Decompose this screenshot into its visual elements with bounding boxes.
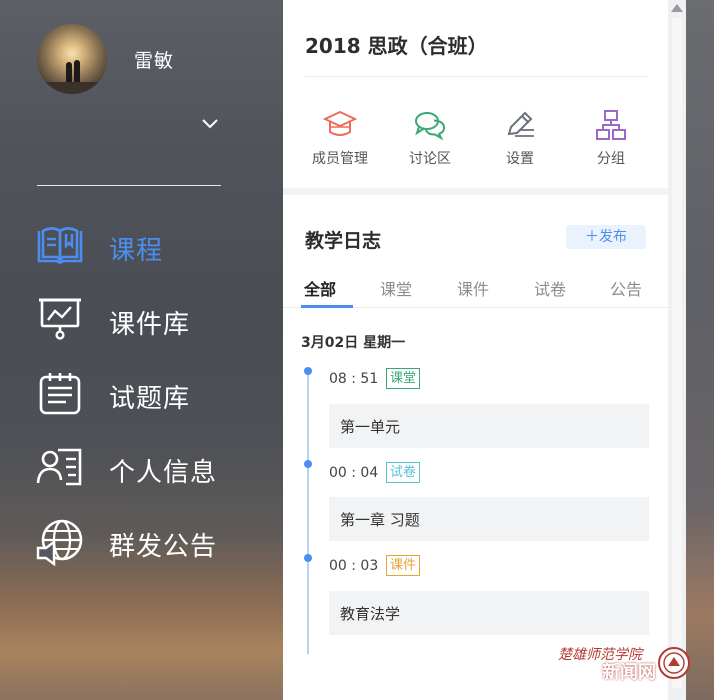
scrollbar[interactable]: [668, 0, 686, 700]
log-entry-card[interactable]: 教育法学: [329, 591, 649, 635]
pencil-edit-icon: [507, 111, 534, 137]
avatar[interactable]: [37, 24, 107, 94]
entry-type-badge: 课堂: [386, 368, 421, 389]
title-divider: [305, 76, 647, 77]
tab-notice[interactable]: 公告: [610, 276, 642, 300]
teaching-log-title: 教学日志: [305, 230, 382, 252]
entry-title: 教育法学: [340, 605, 401, 623]
nav-label-broadcast: 群发公告: [109, 532, 218, 562]
user-name: 雷敏: [134, 50, 175, 72]
tab-exam[interactable]: 试卷: [534, 276, 566, 300]
timeline-dot: [304, 460, 312, 468]
tab-class[interactable]: 课堂: [380, 276, 412, 300]
entry-title: 第一单元: [340, 418, 401, 436]
timeline-dot: [304, 367, 312, 375]
nav-label-course: 课程: [109, 236, 164, 266]
nav-item-course[interactable]: 课程: [0, 222, 283, 278]
university-seal-icon: [658, 647, 690, 679]
discussion-button[interactable]: 讨论区: [385, 108, 475, 168]
members-button[interactable]: 成员管理: [295, 108, 385, 168]
tab-all[interactable]: 全部: [304, 276, 336, 300]
nav-label-question-bank: 试题库: [109, 384, 191, 414]
side-drawer: 雷敏 课程 课件库 试题库 个人信息 群发公告: [0, 0, 283, 700]
course-title: 2018 思政（合班）: [305, 34, 488, 58]
entry-time: 00 : 03: [329, 558, 379, 574]
entry-time: 08 : 51: [329, 371, 379, 387]
scrollbar-thumb[interactable]: [672, 18, 682, 688]
members-label: 成员管理: [312, 151, 368, 167]
nav-item-profile[interactable]: 个人信息: [0, 444, 283, 500]
org-chart-icon: [596, 110, 626, 140]
discussion-label: 讨论区: [409, 151, 451, 167]
timeline-line: [307, 368, 309, 654]
drawer-divider: [37, 185, 221, 186]
graduation-cap-icon: [323, 110, 357, 136]
entry-type-badge: 试卷: [386, 462, 421, 483]
publish-button[interactable]: ＋发布: [566, 225, 646, 249]
settings-label: 设置: [506, 151, 534, 167]
log-tab-bar: 全部 课堂 课件 试卷 公告: [283, 266, 668, 308]
tab-courseware[interactable]: 课件: [457, 276, 489, 300]
course-panel: 2018 思政（合班） 成员管理 讨论区 设置 分组 教学日志 ＋发布 全部 课…: [283, 0, 668, 700]
nav-label-profile: 个人信息: [109, 458, 218, 488]
watermark-logo: 楚雄师范学院 新闻网: [550, 644, 700, 683]
nav-item-broadcast[interactable]: 群发公告: [0, 518, 283, 574]
scroll-up-arrow-icon[interactable]: [671, 4, 683, 12]
entry-title: 第一章 习题: [340, 511, 420, 529]
presentation-board-icon: [39, 298, 81, 340]
notepad-icon: [39, 373, 81, 415]
entry-type-badge: 课件: [386, 555, 421, 576]
settings-button[interactable]: 设置: [475, 108, 565, 168]
section-gap: [283, 188, 668, 195]
avatar-ground: [37, 82, 107, 94]
log-entry-card[interactable]: 第一单元: [329, 404, 649, 448]
nav-item-courseware[interactable]: 课件库: [0, 296, 283, 352]
globe-icon: [36, 519, 83, 566]
timeline-dot: [304, 554, 312, 562]
grouping-button[interactable]: 分组: [566, 108, 656, 168]
watermark-line2: 新闻网: [602, 662, 656, 683]
nav-label-courseware: 课件库: [109, 310, 191, 340]
chat-bubble-icon: [415, 112, 446, 141]
grouping-label: 分组: [597, 151, 625, 167]
chevron-down-icon[interactable]: [199, 116, 221, 132]
user-card-icon: [36, 448, 82, 486]
entry-time: 00 : 04: [329, 465, 379, 481]
tab-active-indicator: [301, 305, 353, 308]
nav-item-question-bank[interactable]: 试题库: [0, 370, 283, 426]
log-entry-card[interactable]: 第一章 习题: [329, 497, 649, 541]
log-date: 3月02日 星期一: [301, 335, 406, 351]
book-icon: [37, 227, 83, 264]
